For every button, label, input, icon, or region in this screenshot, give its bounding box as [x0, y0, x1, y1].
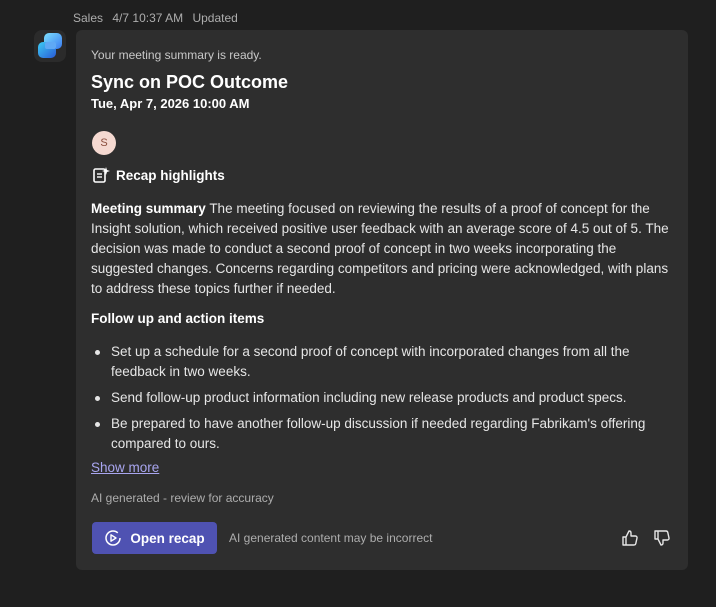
message-status: Updated [192, 11, 238, 25]
action-items-list: Set up a schedule for a second proof of … [91, 342, 677, 460]
play-circle-icon [105, 530, 122, 546]
message-timestamp: 4/7 10:37 AM [112, 11, 184, 25]
message-header: Sales 4/7 10:37 AM Updated [73, 11, 244, 25]
recap-sparkle-icon [93, 167, 110, 183]
action-item: Set up a schedule for a second proof of … [91, 342, 677, 382]
open-recap-label: Open recap [130, 530, 205, 546]
ai-generated-note: AI generated - review for accuracy [91, 491, 274, 505]
ready-text: Your meeting summary is ready. [91, 48, 262, 62]
meeting-datetime: Tue, Apr 7, 2026 10:00 AM [91, 96, 250, 111]
action-item: Send follow-up product information inclu… [91, 388, 677, 408]
open-recap-button[interactable]: Open recap [92, 522, 217, 554]
meeting-summary: Meeting summary The meeting focused on r… [91, 199, 677, 299]
meeting-title: Sync on POC Outcome [91, 72, 289, 92]
summary-label: Meeting summary [91, 201, 206, 216]
thumbs-down-icon[interactable] [652, 528, 672, 548]
sender-name: Sales [73, 11, 104, 25]
show-more-link[interactable]: Show more [91, 460, 159, 475]
copilot-app-icon[interactable] [34, 30, 66, 62]
thumbs-up-icon[interactable] [620, 528, 640, 548]
meeting-recap-card: Your meeting summary is ready. Sync on P… [76, 30, 688, 570]
ai-disclaimer: AI generated content may be incorrect [229, 531, 433, 545]
action-item: Be prepared to have another follow-up di… [91, 414, 677, 454]
participant-avatar[interactable]: S [92, 131, 116, 155]
recap-heading-label: Recap highlights [116, 167, 225, 183]
follow-up-heading: Follow up and action items [91, 311, 265, 326]
recap-heading: Recap highlights [92, 166, 225, 184]
